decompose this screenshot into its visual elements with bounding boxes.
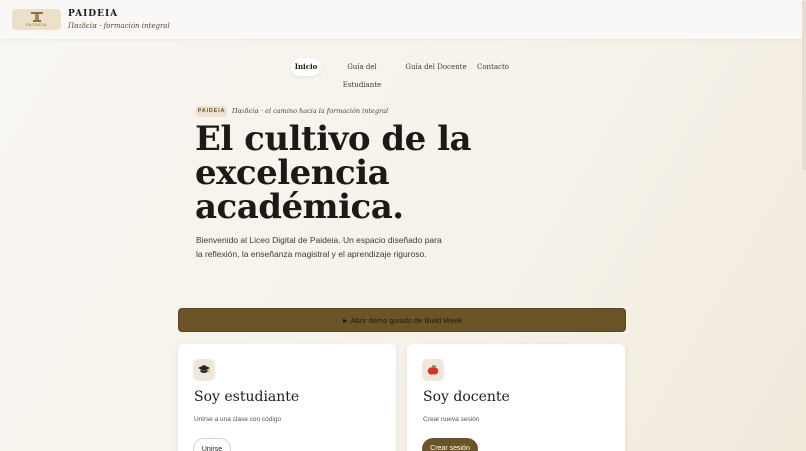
nav-item-inicio[interactable]: Inicio bbox=[291, 58, 321, 76]
top-header: PAIDEIA PAIDEIA Παιδεία · formación inte… bbox=[0, 0, 806, 39]
student-card-subtitle: Unirse a una clase con código bbox=[194, 416, 282, 423]
brand-title: PAIDEIA bbox=[68, 9, 119, 19]
column-icon bbox=[30, 12, 43, 22]
hero-badge: PAIDEIA bbox=[196, 106, 227, 117]
graduation-cap-icon bbox=[193, 359, 215, 381]
nav-item-contacto[interactable]: Contacto bbox=[475, 58, 511, 76]
teacher-card-subtitle: Crear nueva sesión bbox=[423, 416, 480, 423]
hero-title-line-1: El cultivo de la bbox=[195, 119, 472, 159]
hero-title-line-3: académica. bbox=[195, 187, 404, 227]
nav-item-guia-docente[interactable]: Guía del Docente bbox=[404, 58, 468, 76]
student-card[interactable]: Soy estudiante Unirse a una clase con có… bbox=[178, 344, 396, 451]
main-nav: Inicio Guía del Estudiante Guía del Doce… bbox=[0, 58, 806, 89]
hero-title-line-2: excelencia bbox=[195, 153, 390, 193]
logo-wordmark: PAIDEIA bbox=[26, 22, 47, 27]
open-demo-label: ► Abrir demo guiado de Build Week bbox=[341, 315, 463, 325]
hero-tagline: Παιδεία · el camino hacia la formación i… bbox=[232, 107, 389, 115]
join-class-button[interactable]: Unirse bbox=[193, 438, 231, 451]
student-card-title: Soy estudiante bbox=[194, 389, 300, 405]
teacher-card-title: Soy docente bbox=[423, 389, 510, 405]
paideia-logo[interactable]: PAIDEIA bbox=[12, 9, 61, 30]
brand-subtitle: Παιδεία · formación integral bbox=[68, 22, 170, 30]
teacher-card[interactable]: Soy docente Crear nueva sesión Crear ses… bbox=[407, 344, 625, 451]
page-scrollbar[interactable] bbox=[802, 0, 806, 170]
hero-description: Bienvenido al Liceo Digital de Paideia. … bbox=[196, 235, 442, 259]
open-demo-button[interactable]: ► Abrir demo guiado de Build Week bbox=[178, 308, 626, 332]
nav-item-guia-estudiante[interactable]: Guía del Estudiante bbox=[328, 58, 396, 89]
create-session-button[interactable]: Crear sesión bbox=[422, 438, 478, 451]
apple-icon bbox=[422, 359, 444, 381]
hero-title: El cultivo de la excelencia académica. bbox=[195, 122, 495, 224]
